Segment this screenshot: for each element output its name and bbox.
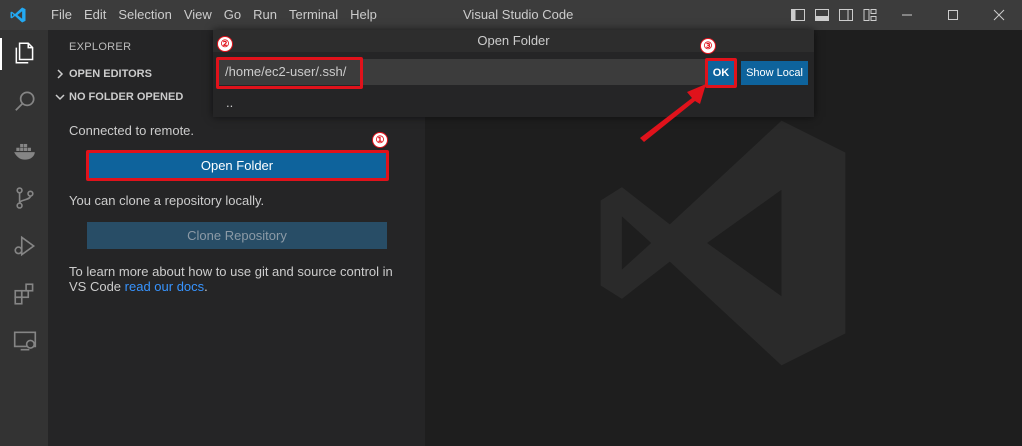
explorer-icon[interactable] <box>12 40 38 66</box>
step-badge-1: ① <box>372 132 388 148</box>
clone-text: You can clone a repository locally. <box>69 193 265 208</box>
maximize-icon <box>948 10 958 20</box>
menu-run[interactable]: Run <box>247 0 283 30</box>
menu-file[interactable]: File <box>45 0 78 30</box>
parent-directory-item[interactable]: .. <box>226 95 233 110</box>
step-badge-3: ③ <box>700 38 716 54</box>
window-title: Visual Studio Code <box>463 7 574 22</box>
connected-text: Connected to remote. <box>69 123 195 138</box>
docker-icon[interactable] <box>12 138 38 164</box>
close-icon <box>993 9 1005 21</box>
toggle-primary-sidebar-icon[interactable] <box>790 7 806 23</box>
window-controls <box>884 0 1022 30</box>
close-button[interactable] <box>976 0 1022 30</box>
open-editors-header[interactable]: OPEN EDITORS <box>54 68 152 80</box>
search-icon[interactable] <box>12 88 38 114</box>
highlight-open-folder <box>86 150 389 181</box>
sidebar-title: EXPLORER <box>69 41 132 53</box>
learn-text: To learn more about how to use git and s… <box>69 264 409 294</box>
highlight-path-input <box>216 57 363 89</box>
minimize-button[interactable] <box>884 0 930 30</box>
menu-view[interactable]: View <box>178 0 218 30</box>
show-local-button[interactable]: Show Local <box>741 61 808 85</box>
run-debug-icon[interactable] <box>12 233 38 259</box>
menu-go[interactable]: Go <box>218 0 247 30</box>
no-folder-label: NO FOLDER OPENED <box>69 91 184 103</box>
title-bar: File Edit Selection View Go Run Terminal… <box>0 0 1022 30</box>
active-indicator <box>0 38 2 70</box>
step-badge-2: ② <box>217 36 233 52</box>
minimize-icon <box>902 14 912 16</box>
remote-explorer-icon[interactable] <box>12 328 38 354</box>
customize-layout-icon[interactable] <box>862 7 878 23</box>
extensions-icon[interactable] <box>12 281 38 307</box>
toggle-panel-icon[interactable] <box>814 7 830 23</box>
vscode-watermark-icon <box>600 120 846 366</box>
layout-controls <box>790 7 878 23</box>
menu-selection[interactable]: Selection <box>112 0 177 30</box>
menu-help[interactable]: Help <box>344 0 383 30</box>
open-editors-label: OPEN EDITORS <box>69 68 152 80</box>
learn-text-line1: To learn more about how to use git and s… <box>69 264 393 279</box>
menu-edit[interactable]: Edit <box>78 0 112 30</box>
clone-repository-button[interactable]: Clone Repository <box>87 222 387 249</box>
chevron-right-icon <box>57 69 64 79</box>
activity-bar <box>0 30 48 446</box>
source-control-icon[interactable] <box>12 185 38 211</box>
menu-terminal[interactable]: Terminal <box>283 0 344 30</box>
learn-text-line2: VS Code <box>69 279 125 294</box>
open-folder-dialog: Open Folder /home/ec2-user/.ssh/ OK Show… <box>213 30 814 117</box>
vscode-logo-icon <box>10 7 26 23</box>
no-folder-header[interactable]: NO FOLDER OPENED <box>54 91 183 103</box>
learn-period: . <box>204 279 208 294</box>
menu-bar: File Edit Selection View Go Run Terminal… <box>45 0 383 30</box>
chevron-down-icon <box>55 94 65 101</box>
dialog-title: Open Folder <box>213 30 814 52</box>
toggle-secondary-sidebar-icon[interactable] <box>838 7 854 23</box>
annotation-arrow-icon <box>640 84 706 142</box>
read-docs-link[interactable]: read our docs <box>125 279 205 294</box>
maximize-button[interactable] <box>930 0 976 30</box>
